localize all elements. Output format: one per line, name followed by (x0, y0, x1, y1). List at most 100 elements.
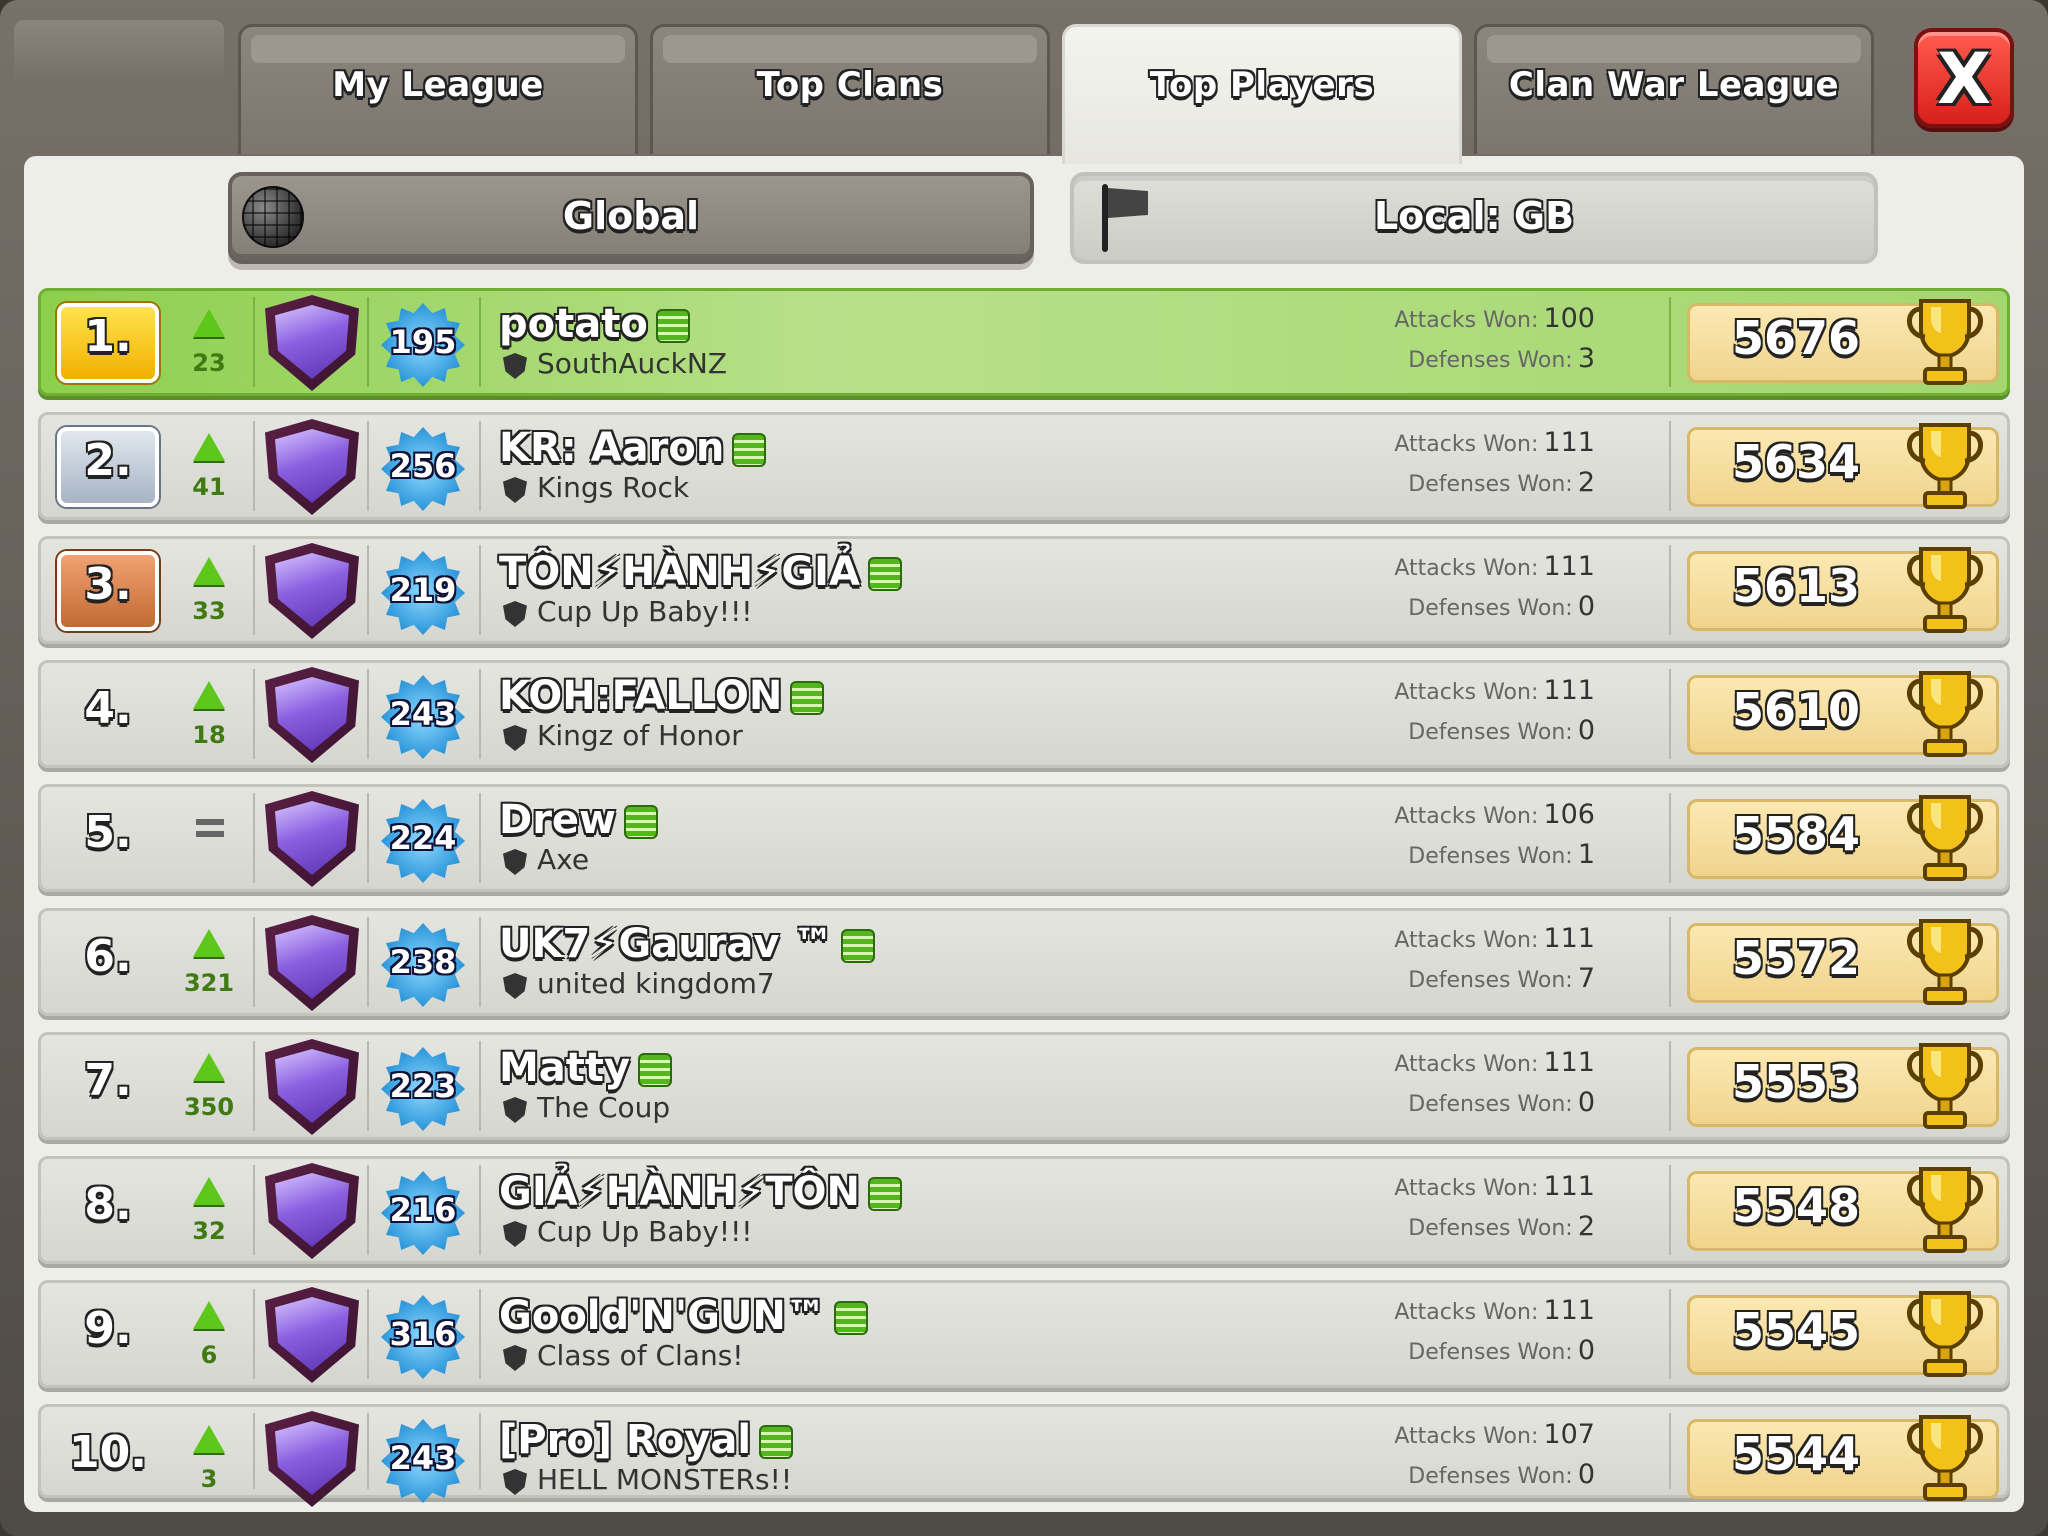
tab-my-league[interactable]: My League (238, 24, 638, 154)
divider (1669, 421, 1671, 511)
defenses-won-label: Defenses Won: (1408, 968, 1573, 993)
clan-name[interactable]: Kings Rock (537, 471, 689, 504)
defenses-won: Defenses Won: 0 (1408, 1087, 1595, 1118)
clan-name[interactable]: HELL MONSTERs!! (537, 1463, 792, 1496)
rank-change: 32 (192, 1217, 226, 1245)
attacks-won: Attacks Won: 111 (1394, 427, 1595, 458)
rank-number: 4. (84, 683, 132, 734)
tab-top-clans[interactable]: Top Clans (650, 24, 1050, 154)
player-row[interactable]: 2. 41 256 KR: Aaron Kings Rock Attacks Won: 1… (38, 412, 2010, 520)
player-name-line[interactable]: [Pro] Royal (499, 1417, 794, 1463)
player-row[interactable]: 6. 321 238 UK7⚡Gaurav ™ united kingdom7 Attac… (38, 908, 2010, 1016)
player-row[interactable]: 4. 18 243 KOH:FALLON Kingz of Honor Attacks W… (38, 660, 2010, 768)
rank-number: 7. (84, 1055, 132, 1106)
trophy-icon (1907, 795, 1983, 881)
player-name-line[interactable]: potato (499, 301, 690, 347)
defenses-won-label: Defenses Won: (1408, 720, 1573, 745)
clan-name[interactable]: Kingz of Honor (537, 719, 743, 752)
defenses-won: Defenses Won: 0 (1408, 1335, 1595, 1366)
player-name-line[interactable]: KR: Aaron (499, 425, 767, 471)
tab-top-players[interactable]: Top Players (1062, 24, 1462, 164)
clan-name[interactable]: united kingdom7 (537, 967, 775, 1000)
close-button[interactable]: X (1914, 28, 2014, 128)
profile-icon[interactable] (655, 309, 690, 343)
divider (479, 545, 481, 635)
attacks-won-label: Attacks Won: (1394, 680, 1539, 705)
rank-number: 1. (84, 311, 132, 362)
player-name-line[interactable]: KOH:FALLON (499, 673, 825, 719)
clan-badge-icon (503, 849, 527, 875)
defenses-won: Defenses Won: 3 (1408, 343, 1595, 374)
attacks-won: Attacks Won: 107 (1394, 1419, 1595, 1450)
player-name: Drew (499, 797, 617, 843)
player-row[interactable]: 10. 3 243 [Pro] Royal HELL MONSTERs!! Attacks… (38, 1404, 2010, 1507)
profile-icon[interactable] (732, 433, 767, 467)
clan-badge-icon (503, 353, 527, 379)
divider (367, 1289, 369, 1379)
divider (479, 669, 481, 759)
clan-name[interactable]: Cup Up Baby!!! (537, 595, 753, 628)
trend-up-icon (193, 1177, 225, 1205)
rank-number: 2. (84, 435, 132, 486)
profile-icon[interactable] (638, 1053, 673, 1087)
trend-up-icon (193, 309, 225, 337)
attacks-won-label: Attacks Won: (1394, 1052, 1539, 1077)
attacks-won-label: Attacks Won: (1394, 1300, 1539, 1325)
divider (479, 1289, 481, 1379)
attacks-won-label: Attacks Won: (1394, 1176, 1539, 1201)
profile-icon[interactable] (624, 805, 659, 839)
player-row[interactable]: 3. 33 219 TÔN⚡HÀNH⚡GIẢ Cup Up Baby!!! Attacks… (38, 536, 2010, 644)
divider (479, 1041, 481, 1131)
divider (253, 1413, 255, 1489)
player-name-line[interactable]: TÔN⚡HÀNH⚡GIẢ (499, 549, 902, 595)
xp-level: 216 (389, 1191, 457, 1229)
defenses-won: Defenses Won: 0 (1408, 715, 1595, 746)
attacks-won-label: Attacks Won: (1394, 928, 1539, 953)
player-name-line[interactable]: Drew (499, 797, 659, 843)
rank-change: 350 (183, 1093, 235, 1121)
profile-icon[interactable] (790, 681, 825, 715)
clan-name[interactable]: Class of Clans! (537, 1339, 744, 1372)
clan-name[interactable]: The Coup (537, 1091, 670, 1124)
rank-change: 41 (192, 473, 226, 501)
clan-badge-icon (503, 1345, 527, 1371)
divider (479, 297, 481, 387)
clan-name[interactable]: Axe (537, 843, 589, 876)
profile-icon[interactable] (868, 1177, 902, 1211)
player-row[interactable]: 7. 350 223 Matty The Coup Attacks Won: 111 Def… (38, 1032, 2010, 1140)
player-row[interactable]: 8. 32 216 GIẢ⚡HÀNH⚡TÔN Cup Up Baby!!! Attacks… (38, 1156, 2010, 1264)
player-name-line[interactable]: Matty (499, 1045, 673, 1091)
divider (367, 545, 369, 635)
profile-icon[interactable] (868, 557, 902, 591)
attacks-won: Attacks Won: 100 (1394, 303, 1595, 334)
clan-name[interactable]: Cup Up Baby!!! (537, 1215, 753, 1248)
player-name-line[interactable]: GIẢ⚡HÀNH⚡TÔN (499, 1169, 902, 1215)
divider (367, 297, 369, 387)
trophy-count: 5634 (1731, 435, 1861, 489)
global-filter-button[interactable]: Global (228, 172, 1034, 264)
trophy-count: 5544 (1731, 1427, 1861, 1481)
attacks-won: Attacks Won: 111 (1394, 551, 1595, 582)
player-row[interactable]: 9. 6 316 Goold'N'GUN™ Class of Clans! Attacks… (38, 1280, 2010, 1388)
profile-icon[interactable] (759, 1425, 794, 1459)
clan-badge-icon (503, 477, 527, 503)
no-change-icon (196, 819, 224, 837)
attacks-won: Attacks Won: 111 (1394, 1171, 1595, 1202)
player-name-line[interactable]: UK7⚡Gaurav ™ (499, 921, 876, 967)
attacks-won: Attacks Won: 111 (1394, 675, 1595, 706)
divider (367, 421, 369, 511)
profile-icon[interactable] (841, 929, 876, 963)
defenses-won-label: Defenses Won: (1408, 844, 1573, 869)
clan-name[interactable]: SouthAuckNZ (537, 347, 727, 380)
attacks-won-value: 107 (1543, 1419, 1595, 1450)
local-filter-button[interactable]: Local: GB (1070, 172, 1878, 264)
player-row[interactable]: 1. 23 195 potato SouthAuckNZ Attacks Won: 100… (38, 288, 2010, 396)
profile-icon[interactable] (833, 1301, 868, 1335)
player-row[interactable]: 5. 224 Drew Axe Attacks Won: 106 Defenses Won… (38, 784, 2010, 892)
rank-number: 6. (84, 931, 132, 982)
defenses-won-value: 0 (1577, 715, 1595, 746)
attacks-won-value: 111 (1543, 551, 1595, 582)
divider (479, 1413, 481, 1489)
player-name-line[interactable]: Goold'N'GUN™ (499, 1293, 868, 1339)
tab-clan-war-league[interactable]: Clan War League (1474, 24, 1874, 154)
